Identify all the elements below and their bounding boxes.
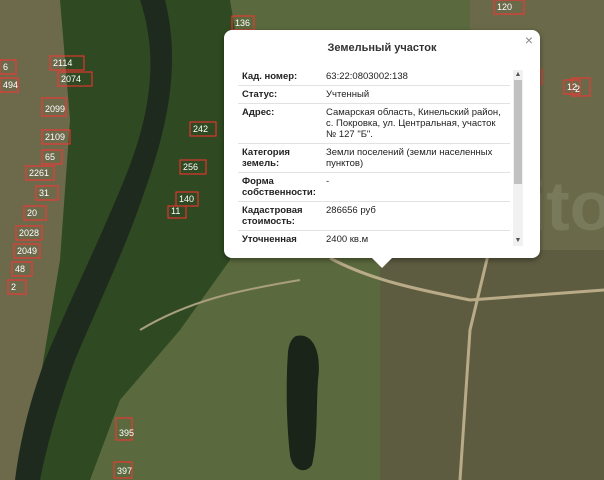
info-key: Статус:: [238, 85, 322, 104]
right-village-area: [380, 250, 604, 480]
parcel-number-label: 2: [11, 282, 16, 292]
parcel-number-label: 2261: [29, 168, 49, 178]
parcel-info-popup: Земельный участок × Кад. номер: 63:22:080…: [224, 30, 540, 268]
info-row: Кад. номер: 63:22:0803002:138: [238, 68, 510, 86]
parcel-number-label: 395: [119, 428, 134, 438]
info-row: Кадастровая стоимость: 286656 руб: [238, 201, 510, 231]
info-key: Форма собственности:: [238, 172, 322, 202]
scroll-up-icon[interactable]: ▲: [513, 70, 523, 80]
info-value: 63:22:0803002:138: [322, 68, 510, 86]
parcel-number-label: 140: [179, 194, 194, 204]
close-icon[interactable]: ×: [525, 33, 533, 47]
info-row: Категория земель: Земли поселений (земли …: [238, 143, 510, 173]
popup-body[interactable]: Кад. номер: 63:22:0803002:138 Статус: Учтен…: [238, 68, 524, 244]
parcel-number-label: 6: [3, 62, 8, 72]
info-row: Адрес: Самарская область, Кинельский райо…: [238, 103, 510, 144]
info-value: 286656 руб: [322, 201, 510, 231]
parcel-number-label: 2074: [61, 74, 81, 84]
info-key: Кадастровая стоимость:: [238, 201, 322, 231]
parcel-number-label: 136: [235, 18, 250, 28]
parcel-number-label: 256: [183, 162, 198, 172]
parcel-number-label: 12: [567, 82, 577, 92]
parcel-number-label: 31: [39, 188, 49, 198]
parcel-number-label: 65: [45, 152, 55, 162]
info-value: Учтенный: [322, 85, 510, 104]
parcel-number-label: 2109: [45, 132, 65, 142]
parcel-number-label: 242: [193, 124, 208, 134]
parcel-number-label: 2114: [53, 58, 72, 68]
parcel-number-label: 2028: [19, 228, 39, 238]
info-value: Самарская область, Кинельский район, с. …: [322, 103, 510, 144]
parcel-number-label: 11: [171, 206, 180, 216]
parcel-number-label: 48: [15, 264, 25, 274]
info-key: Адрес:: [238, 103, 322, 144]
info-key: Уточненная площадь:: [238, 230, 322, 244]
scroll-thumb[interactable]: [514, 80, 522, 184]
info-value: Земли поселений (земли населенных пункто…: [322, 143, 510, 173]
info-row: Уточненная площадь:2400 кв.м: [238, 230, 510, 244]
info-value: -: [322, 172, 510, 202]
parcel-number-label: 20: [27, 208, 37, 218]
parcel-number-label: 2049: [17, 246, 37, 256]
parcel-number-label: 2099: [45, 104, 65, 114]
parcel-number-label: 494: [3, 80, 18, 90]
scroll-down-icon[interactable]: ▼: [513, 236, 523, 246]
parcel-info-table: Кад. номер: 63:22:0803002:138 Статус: Учтен…: [238, 68, 510, 244]
info-key: Кад. номер:: [238, 68, 322, 86]
info-row: Форма собственности: -: [238, 172, 510, 202]
parcel-number-label: 397: [117, 466, 132, 476]
pond: [286, 335, 319, 471]
popup-title: Земельный участок: [327, 42, 437, 54]
info-value: 2400 кв.м: [322, 230, 510, 244]
info-key: Категория земель:: [238, 143, 322, 173]
info-row: Статус: Учтенный: [238, 85, 510, 104]
popup-scrollbar[interactable]: ▲ ▼: [513, 70, 523, 246]
parcel-number-label: 120: [497, 2, 512, 12]
